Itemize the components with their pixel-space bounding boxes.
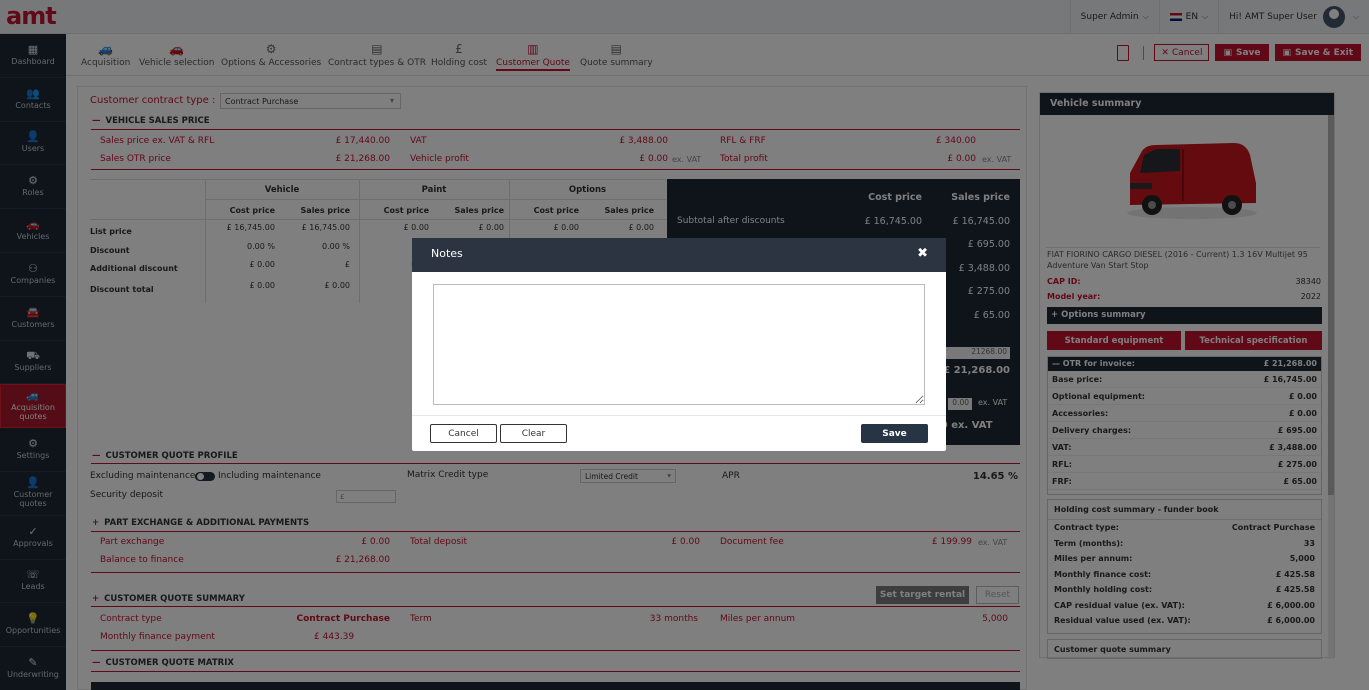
notes-cancel-button[interactable]: Cancel: [430, 424, 497, 443]
notes-textarea[interactable]: [433, 284, 925, 405]
notes-modal-header: Notes ✖: [412, 238, 946, 272]
divider: [412, 415, 946, 416]
notes-clear-button[interactable]: Clear: [500, 424, 567, 443]
notes-modal-title: Notes: [431, 247, 463, 260]
close-icon[interactable]: ✖: [917, 246, 928, 261]
notes-clear-label: Clear: [521, 428, 546, 439]
notes-save-label: Save: [882, 428, 907, 439]
notes-modal: Notes ✖ Cancel Clear Save: [412, 238, 946, 451]
notes-cancel-label: Cancel: [448, 428, 479, 439]
notes-save-button[interactable]: Save: [861, 424, 928, 443]
